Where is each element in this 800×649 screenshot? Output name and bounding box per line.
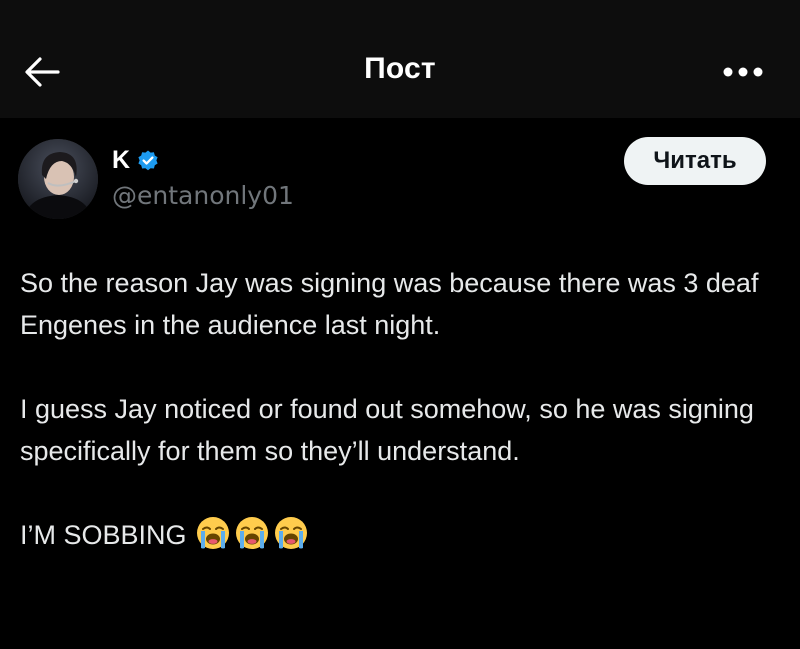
post-paragraph-text: I’M SOBBING: [20, 520, 187, 550]
top-bar: Пост: [0, 0, 800, 118]
author-name: K: [112, 146, 131, 174]
author-name-row[interactable]: K: [112, 146, 160, 175]
page-title: Пост: [364, 52, 436, 85]
more-options-button[interactable]: [718, 52, 768, 92]
avatar-photo: [18, 139, 98, 219]
more-horizontal-icon: [723, 67, 763, 77]
verified-badge-icon: [138, 150, 158, 170]
author-handle[interactable]: @entanonly01: [112, 181, 294, 210]
post-paragraph: So the reason Jay was signing was becaus…: [20, 268, 759, 340]
avatar[interactable]: [18, 139, 98, 219]
crying-face-emoji-icon: [196, 517, 229, 549]
crying-face-emoji-icon: [235, 517, 268, 549]
crying-face-emoji-icon: [274, 517, 307, 549]
post-text: So the reason Jay was signing was becaus…: [20, 262, 790, 556]
post-paragraph-last: I’M SOBBING: [20, 514, 790, 556]
follow-button[interactable]: Читать: [624, 137, 766, 185]
post-paragraph: I guess Jay noticed or found out somehow…: [20, 394, 754, 466]
emoji-row: [195, 515, 309, 551]
